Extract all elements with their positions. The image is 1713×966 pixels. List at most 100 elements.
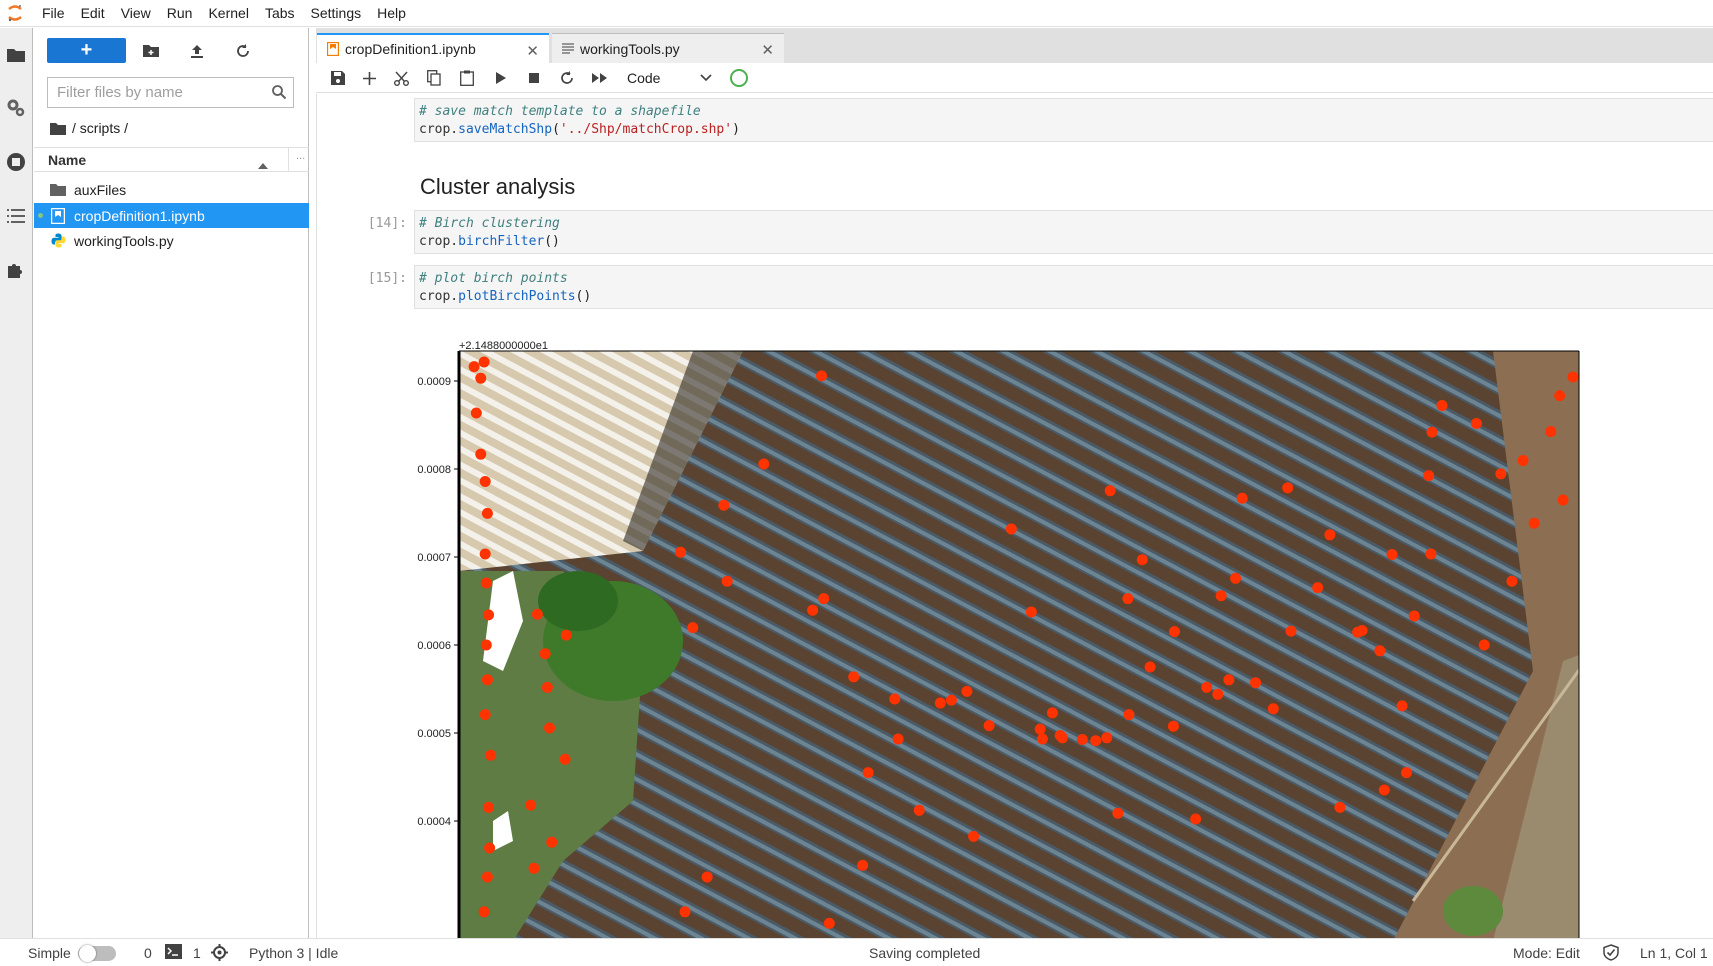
- cluster-point: [718, 499, 730, 511]
- breadcrumb: / scripts /: [50, 118, 128, 138]
- file-row-workingtools[interactable]: workingTools.py: [34, 228, 309, 253]
- simple-mode-toggle[interactable]: [78, 945, 116, 962]
- menu-file[interactable]: File: [30, 0, 73, 27]
- insert-cell-icon[interactable]: [358, 68, 380, 88]
- y-tick-label: 0.0009: [417, 376, 451, 388]
- copy-icon[interactable]: [423, 68, 445, 88]
- code-method: birchFilter: [458, 234, 545, 249]
- cluster-point: [475, 448, 487, 460]
- cluster-point: [1090, 735, 1102, 747]
- breadcrumb-path[interactable]: / scripts /: [72, 120, 128, 136]
- column-name-header[interactable]: Name: [48, 152, 258, 168]
- cluster-point: [1396, 700, 1408, 712]
- cluster-point: [1212, 688, 1224, 700]
- restart-run-all-icon[interactable]: [589, 68, 611, 88]
- cluster-point: [541, 681, 553, 693]
- paste-icon[interactable]: [456, 68, 478, 88]
- code-cell-plot-birch[interactable]: # plot birch points crop.plotBirchPoints…: [414, 265, 1713, 309]
- file-row-cropdefinition1[interactable]: cropDefinition1.ipynb: [34, 203, 309, 228]
- column-more-icon[interactable]: ...: [296, 150, 305, 162]
- menu-view[interactable]: View: [113, 0, 159, 27]
- new-launcher-button[interactable]: +: [47, 38, 126, 63]
- cluster-point: [1401, 767, 1412, 779]
- code-cell-birch-filter[interactable]: # Birch clustering crop.birchFilter(): [414, 210, 1713, 254]
- cluster-point: [1076, 734, 1088, 746]
- cluster-point: [807, 604, 819, 616]
- menu-bar: File Edit View Run Kernel Tabs Settings …: [0, 0, 1713, 27]
- cluster-point: [913, 804, 925, 816]
- folder-icon[interactable]: [5, 44, 27, 66]
- run-icon[interactable]: [490, 68, 512, 88]
- terminal-count[interactable]: 0: [144, 945, 152, 961]
- notebook-icon: [50, 207, 66, 224]
- filter-files-box[interactable]: [47, 77, 294, 108]
- cluster-point: [470, 407, 482, 419]
- upload-icon[interactable]: [186, 40, 208, 62]
- file-row-auxfiles[interactable]: auxFiles: [34, 177, 309, 202]
- cluster-point: [1190, 813, 1202, 825]
- running-gears-icon[interactable]: [5, 97, 27, 119]
- tab-cropdefinition1[interactable]: cropDefinition1.ipynb ✕: [317, 33, 549, 63]
- simple-mode-label: Simple: [28, 945, 71, 961]
- cluster-point: [531, 608, 543, 620]
- tab-workingtools[interactable]: workingTools.py ✕: [552, 33, 784, 63]
- birch-points-plot: +2.1488000000e1 0.00090.00080.00070.0006…: [417, 341, 1580, 938]
- close-icon[interactable]: ✕: [526, 42, 539, 60]
- menu-kernel[interactable]: Kernel: [200, 0, 256, 27]
- cluster-point: [1374, 645, 1386, 657]
- cluster-point: [961, 685, 973, 697]
- new-folder-icon[interactable]: [140, 40, 162, 62]
- filter-files-input[interactable]: [57, 84, 267, 101]
- cluster-point: [539, 648, 551, 660]
- menu-tabs[interactable]: Tabs: [257, 0, 303, 27]
- chevron-down-icon[interactable]: [700, 69, 712, 85]
- running-indicator: [38, 213, 43, 218]
- cursor-position[interactable]: Ln 1, Col 1: [1640, 945, 1708, 961]
- stop-circle-icon[interactable]: [5, 151, 27, 173]
- cluster-point: [1025, 606, 1037, 618]
- column-divider: [288, 148, 289, 172]
- extension-puzzle-icon[interactable]: [5, 259, 27, 281]
- status-bar: Simple 0 1 Python 3 | Idle Saving comple…: [0, 938, 1713, 966]
- kernel-status-indicator: [730, 69, 748, 87]
- menu-help[interactable]: Help: [369, 0, 414, 27]
- cluster-point: [758, 458, 770, 470]
- trusted-shield-icon[interactable]: [1603, 944, 1619, 964]
- cluster-point: [1282, 482, 1294, 494]
- tab-bar: cropDefinition1.ipynb ✕ workingTools.py …: [316, 28, 1713, 63]
- cluster-point: [479, 548, 491, 560]
- home-folder-icon[interactable]: [50, 122, 66, 135]
- plot-output: +2.1488000000e1 0.0009 0.0008 0.0007 0.0…: [413, 341, 1713, 938]
- menu-run[interactable]: Run: [159, 0, 201, 27]
- text-file-icon: [562, 42, 574, 55]
- sort-ascending-icon[interactable]: [258, 156, 268, 172]
- cluster-point: [1036, 733, 1048, 745]
- save-icon[interactable]: [327, 68, 349, 88]
- code-method: saveMatchShp: [458, 122, 553, 137]
- cluster-point: [481, 871, 493, 883]
- close-icon[interactable]: ✕: [761, 41, 774, 59]
- restart-kernel-icon[interactable]: [556, 68, 578, 88]
- cluster-point: [1425, 548, 1437, 560]
- cluster-point: [1324, 529, 1336, 541]
- table-of-contents-icon[interactable]: [5, 205, 27, 227]
- cluster-point: [679, 906, 691, 918]
- toggle-knob: [79, 945, 96, 962]
- cluster-point: [1423, 470, 1435, 482]
- kernel-count[interactable]: 1: [193, 945, 201, 961]
- main-area: cropDefinition1.ipynb ✕ workingTools.py …: [316, 28, 1713, 938]
- stop-icon[interactable]: [523, 68, 545, 88]
- python-file-icon: [50, 233, 66, 249]
- execution-prompt: [14]:: [367, 216, 407, 231]
- cluster-point: [1528, 517, 1540, 529]
- cut-icon[interactable]: [390, 68, 412, 88]
- cluster-point: [1267, 703, 1279, 715]
- cluster-point: [1356, 625, 1368, 636]
- code-cell-save-match[interactable]: # save match template to a shapefile cro…: [414, 98, 1713, 142]
- menu-settings[interactable]: Settings: [303, 0, 370, 27]
- kernel-status-text[interactable]: Python 3 | Idle: [249, 945, 338, 961]
- refresh-icon[interactable]: [232, 40, 254, 62]
- editor-mode[interactable]: Mode: Edit: [1513, 945, 1580, 961]
- menu-edit[interactable]: Edit: [73, 0, 113, 27]
- cluster-point: [1436, 399, 1448, 411]
